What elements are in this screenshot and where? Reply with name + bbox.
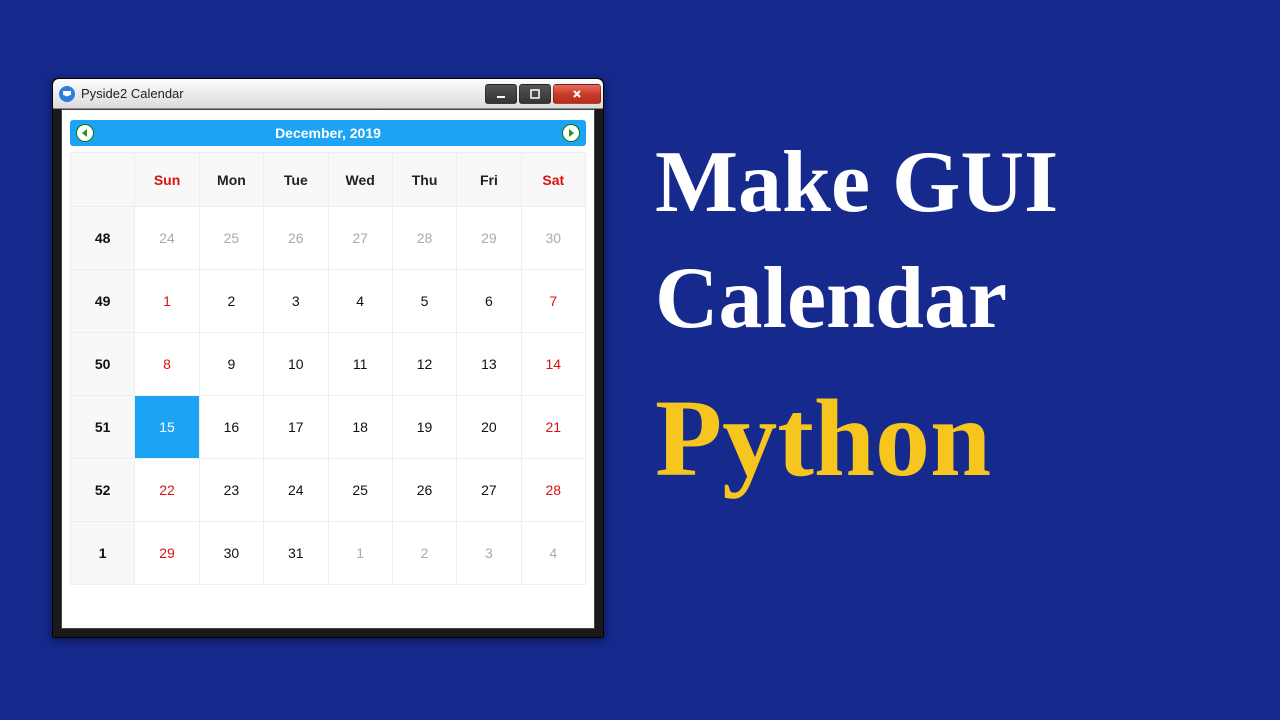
day-cell[interactable]: 5 [392,270,456,333]
day-cell[interactable]: 20 [457,396,521,459]
day-cell[interactable]: 30 [521,207,585,270]
day-cell[interactable]: 27 [328,207,392,270]
day-cell[interactable]: 21 [521,396,585,459]
day-cell[interactable]: 13 [457,333,521,396]
day-cell[interactable]: 29 [135,522,199,585]
titlebar[interactable]: Pyside2 Calendar [53,79,603,109]
day-cell[interactable]: 1 [328,522,392,585]
day-cell[interactable]: 17 [264,396,328,459]
close-button[interactable] [553,84,601,104]
day-cell[interactable]: 3 [457,522,521,585]
client-area: December, 2019 SunMonTueWedThuFriSat 482… [61,109,595,629]
day-header-sun: Sun [135,153,199,207]
day-cell[interactable]: 31 [264,522,328,585]
week-number: 52 [71,459,135,522]
week-number: 50 [71,333,135,396]
month-navigation: December, 2019 [70,120,586,146]
maximize-button[interactable] [519,84,551,104]
day-cell[interactable]: 16 [199,396,263,459]
day-cell[interactable]: 2 [392,522,456,585]
day-cell[interactable]: 4 [521,522,585,585]
day-cell[interactable]: 8 [135,333,199,396]
day-cell[interactable]: 18 [328,396,392,459]
day-cell[interactable]: 28 [392,207,456,270]
app-icon [59,86,75,102]
day-cell[interactable]: 27 [457,459,521,522]
day-cell[interactable]: 26 [392,459,456,522]
headline-line2: Calendar [655,241,1265,357]
next-month-button[interactable] [562,124,580,142]
day-cell[interactable]: 1 [135,270,199,333]
day-cell[interactable]: 22 [135,459,199,522]
day-cell[interactable]: 24 [264,459,328,522]
day-cell[interactable]: 15 [135,396,199,459]
minimize-button[interactable] [485,84,517,104]
month-year-label[interactable]: December, 2019 [275,125,381,141]
day-cell[interactable]: 3 [264,270,328,333]
headline-line3: Python [655,375,1265,502]
week-number: 48 [71,207,135,270]
calendar-table: SunMonTueWedThuFriSat 482425262728293049… [70,152,586,585]
week-number: 49 [71,270,135,333]
week-number: 51 [71,396,135,459]
day-cell[interactable]: 29 [457,207,521,270]
day-cell[interactable]: 7 [521,270,585,333]
day-header-sat: Sat [521,153,585,207]
day-header-tue: Tue [264,153,328,207]
headline: Make GUI Calendar Python [655,125,1265,502]
day-cell[interactable]: 12 [392,333,456,396]
day-cell[interactable]: 28 [521,459,585,522]
day-cell[interactable]: 30 [199,522,263,585]
day-cell[interactable]: 26 [264,207,328,270]
day-cell[interactable]: 19 [392,396,456,459]
day-header-fri: Fri [457,153,521,207]
day-header-wed: Wed [328,153,392,207]
day-cell[interactable]: 24 [135,207,199,270]
window-buttons [483,84,601,104]
prev-month-button[interactable] [76,124,94,142]
day-cell[interactable]: 2 [199,270,263,333]
headline-line1: Make GUI [655,125,1265,241]
day-header-mon: Mon [199,153,263,207]
window-title: Pyside2 Calendar [81,86,184,101]
day-cell[interactable]: 23 [199,459,263,522]
week-header [71,153,135,207]
day-header-thu: Thu [392,153,456,207]
day-cell[interactable]: 25 [199,207,263,270]
day-cell[interactable]: 14 [521,333,585,396]
day-cell[interactable]: 6 [457,270,521,333]
day-cell[interactable]: 9 [199,333,263,396]
day-cell[interactable]: 25 [328,459,392,522]
day-cell[interactable]: 11 [328,333,392,396]
week-number: 1 [71,522,135,585]
day-cell[interactable]: 10 [264,333,328,396]
app-window: Pyside2 Calendar December, 2019 SunMonTu [52,78,604,638]
day-cell[interactable]: 4 [328,270,392,333]
